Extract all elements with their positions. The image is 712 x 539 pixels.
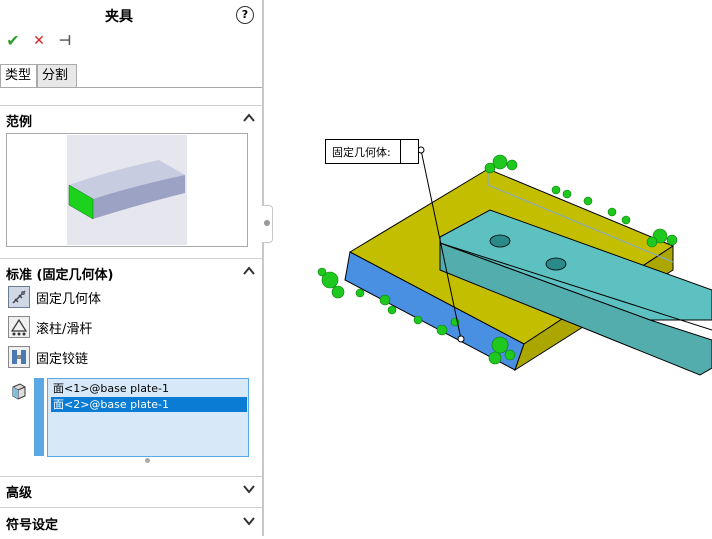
ok-button[interactable]: ✔	[4, 32, 22, 50]
fixed-hinge-icon[interactable]	[8, 346, 30, 368]
option-label: 固定铰链	[36, 352, 89, 367]
section-divider	[0, 476, 262, 477]
chevron-up-icon[interactable]	[242, 111, 256, 125]
listbox-resize-handle[interactable]	[145, 458, 150, 463]
help-icon[interactable]: ?	[236, 6, 254, 24]
property-manager-panel: 夹具 ? ✔ ✕ ⊣ 类型 分割 范例 标准 (固定几何体) 固定几何体 滚柱/…	[0, 0, 262, 536]
section-header-standard[interactable]: 标准 (固定几何体)	[6, 264, 113, 283]
section-header-advanced[interactable]: 高级	[6, 482, 32, 501]
chevron-down-icon[interactable]	[242, 514, 256, 528]
option-label: 固定几何体	[36, 292, 102, 307]
pin-icon: ⊣	[58, 33, 72, 49]
list-item[interactable]: 面<2>@base plate-1	[51, 397, 247, 412]
chevron-up-icon[interactable]	[242, 264, 256, 278]
section-divider	[0, 105, 262, 106]
example-preview	[6, 133, 248, 247]
section-divider	[0, 507, 262, 508]
roller-slider-icon[interactable]	[8, 316, 30, 338]
selected-faces-list[interactable]: 面<1>@base plate-1 面<2>@base plate-1	[47, 378, 249, 457]
tab-split[interactable]: 分割	[37, 64, 77, 88]
example-preview-image	[67, 135, 187, 245]
close-icon: ✕	[33, 33, 45, 49]
panel-title: 夹具	[105, 9, 133, 25]
face-selection-icon	[10, 382, 28, 400]
fixed-geometry-icon[interactable]	[8, 286, 30, 308]
tab-divider	[0, 87, 262, 88]
cancel-button[interactable]: ✕	[30, 32, 48, 50]
list-item[interactable]: 面<1>@base plate-1	[51, 381, 247, 396]
callout-label: 固定几何体:	[332, 146, 391, 159]
option-label: 滚柱/滑杆	[36, 322, 93, 337]
listbox-active-indicator	[34, 378, 44, 456]
section-header-symbol-settings[interactable]: 符号设定	[6, 514, 58, 533]
section-divider	[0, 258, 262, 259]
checkmark-icon: ✔	[6, 31, 20, 50]
graphics-viewport[interactable]	[264, 0, 712, 536]
tab-type[interactable]: 类型	[0, 64, 37, 88]
fixture-callout[interactable]: 固定几何体:	[325, 139, 419, 164]
chevron-down-icon[interactable]	[242, 482, 256, 496]
section-header-example[interactable]: 范例	[6, 111, 32, 130]
callout-separator	[400, 140, 401, 163]
pin-button[interactable]: ⊣	[56, 32, 74, 50]
